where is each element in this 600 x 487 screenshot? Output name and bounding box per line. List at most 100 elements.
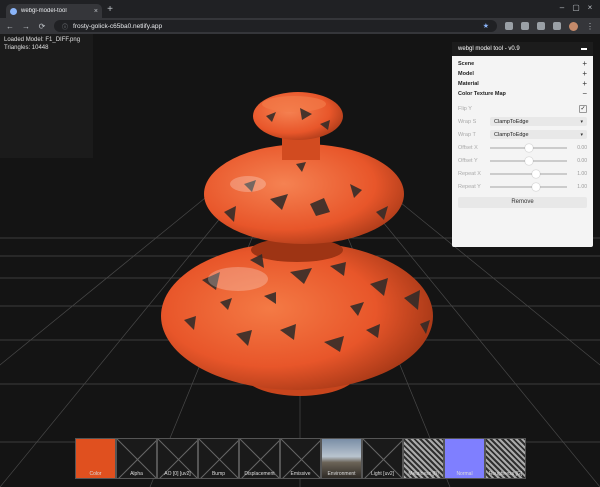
texture-slot-label: Normal: [456, 471, 473, 477]
texture-slot-label: Color: [89, 471, 102, 477]
texture-slot-label: Roughness [G]: [488, 471, 523, 477]
offset-x-slider[interactable]: [490, 143, 567, 152]
texture-slot[interactable]: Bump: [198, 438, 239, 479]
texture-slot[interactable]: Color: [75, 438, 116, 479]
wrap-t-select[interactable]: ClampToEdge ▾: [490, 130, 587, 139]
folder-scene[interactable]: Scene +: [452, 59, 593, 69]
folder-model[interactable]: Model +: [452, 69, 593, 79]
offset-x-label: Offset X: [458, 144, 478, 151]
wrap-t-row: Wrap T ClampToEdge ▾: [458, 128, 587, 141]
texture-slot-label: Light [uv2]: [370, 471, 395, 477]
tab-title: webgl-model-tool: [21, 8, 67, 14]
reload-icon[interactable]: ⟳: [38, 22, 46, 31]
url-text[interactable]: frosty-golick-c65ba0.netlify.app: [73, 23, 478, 30]
address-bar[interactable]: ⓘ frosty-golick-c65ba0.netlify.app ★: [54, 20, 497, 32]
texture-slot-label: Environment: [327, 471, 356, 477]
new-tab-button[interactable]: +: [104, 4, 116, 16]
chevron-down-icon: ▾: [580, 118, 583, 125]
folder-label: Material: [458, 81, 479, 87]
texture-map-tray: Color Alpha AO [0] [uv2] Bump Displacement Em…: [75, 438, 526, 479]
collapse-panel-icon[interactable]: [581, 48, 587, 50]
folder-color-texture-map[interactable]: Color Texture Map −: [452, 89, 593, 99]
texture-slot-label: AO [0] [uv2]: [164, 471, 191, 477]
slider-knob[interactable]: [532, 182, 541, 191]
webgl-viewport[interactable]: Loaded Model: F1_DIFF.png Triangles: 104…: [0, 34, 600, 487]
browser-tab[interactable]: webgl-model-tool ×: [6, 4, 102, 18]
wrap-s-row: Wrap S ClampToEdge ▾: [458, 115, 587, 128]
remove-texture-button[interactable]: Remove: [458, 197, 587, 208]
texture-slot[interactable]: Normal: [444, 438, 485, 479]
model-info-panel: Loaded Model: F1_DIFF.png Triangles: 104…: [0, 34, 93, 158]
slider-knob[interactable]: [524, 156, 533, 165]
chevron-down-icon: ▾: [580, 131, 583, 138]
forward-icon[interactable]: →: [22, 22, 30, 31]
expand-icon[interactable]: +: [582, 60, 587, 68]
texture-slot[interactable]: Alpha: [116, 438, 157, 479]
repeat-y-value: 1.00: [577, 183, 587, 190]
texture-slot-label: Emissive: [290, 471, 311, 477]
settings-panel: webgl model tool - v0.9 Scene + Model + …: [452, 42, 593, 247]
texture-slot-label: Metalness [B]: [408, 471, 439, 477]
offset-x-value: 0.00: [577, 144, 587, 151]
flip-y-row: Flip Y ✓: [458, 102, 587, 115]
profile-avatar[interactable]: [569, 21, 578, 31]
texture-controls: Flip Y ✓ Wrap S ClampToEdge ▾ Wrap T Cla…: [458, 102, 587, 208]
extension-icon[interactable]: [521, 22, 529, 30]
repeat-x-label: Repeat X: [458, 170, 481, 177]
texture-slot[interactable]: Environment: [321, 438, 362, 479]
repeat-y-slider[interactable]: [490, 182, 567, 191]
repeat-x-row: Repeat X 1.00: [458, 167, 587, 180]
triangles-count-text: Triangles: 10448: [4, 44, 49, 51]
offset-y-slider[interactable]: [490, 156, 567, 165]
folder-label: Model: [458, 71, 474, 77]
maximize-icon[interactable]: ▢: [570, 3, 582, 12]
offset-y-value: 0.00: [577, 157, 587, 164]
texture-slot[interactable]: AO [0] [uv2]: [157, 438, 198, 479]
panel-title: webgl model tool - v0.9: [458, 46, 520, 52]
loaded-model-text: Loaded Model: F1_DIFF.png: [4, 37, 81, 43]
favicon-icon: [10, 7, 17, 15]
texture-slot-label: Alpha: [130, 471, 143, 477]
extensions-puzzle-icon[interactable]: [537, 22, 545, 30]
flip-y-label: Flip Y: [458, 105, 472, 112]
repeat-y-label: Repeat Y: [458, 183, 481, 190]
repeat-y-row: Repeat Y 1.00: [458, 180, 587, 193]
texture-slot-label: Displacement: [244, 471, 275, 477]
wrap-s-select[interactable]: ClampToEdge ▾: [490, 117, 587, 126]
extension-icon[interactable]: [505, 22, 513, 30]
texture-slot[interactable]: Metalness [B]: [403, 438, 444, 479]
bookmark-star-icon[interactable]: ★: [483, 22, 489, 30]
flip-y-checkbox[interactable]: ✓: [579, 104, 587, 113]
texture-slot[interactable]: Roughness [G]: [485, 438, 526, 479]
slider-knob[interactable]: [532, 169, 541, 178]
repeat-x-slider[interactable]: [490, 169, 567, 178]
texture-slot[interactable]: Emissive: [280, 438, 321, 479]
offset-y-label: Offset Y: [458, 157, 478, 164]
wrap-s-label: Wrap S: [458, 118, 477, 125]
texture-slot-label: Bump: [211, 471, 226, 477]
folder-material[interactable]: Material +: [452, 79, 593, 89]
minimize-icon[interactable]: –: [556, 3, 568, 12]
wrap-t-value: ClampToEdge: [494, 131, 529, 138]
offset-x-row: Offset X 0.00: [458, 141, 587, 154]
tab-close-icon[interactable]: ×: [94, 8, 98, 15]
panel-header[interactable]: webgl model tool - v0.9: [452, 42, 593, 56]
folder-label: Color Texture Map: [458, 91, 506, 97]
wrap-s-value: ClampToEdge: [494, 118, 529, 125]
texture-slot[interactable]: Displacement: [239, 438, 280, 479]
repeat-x-value: 1.00: [577, 170, 587, 177]
offset-y-row: Offset Y 0.00: [458, 154, 587, 167]
texture-slot[interactable]: Light [uv2]: [362, 438, 403, 479]
back-icon[interactable]: ←: [6, 22, 14, 31]
collapse-icon[interactable]: −: [582, 90, 587, 98]
media-icon[interactable]: [553, 22, 561, 30]
slider-knob[interactable]: [524, 143, 533, 152]
browser-chrome: webgl-model-tool × + – ▢ × ← → ⟳ ⓘ frost…: [0, 0, 600, 34]
wrap-t-label: Wrap T: [458, 131, 476, 138]
browser-menu-icon[interactable]: ⋮: [586, 22, 594, 31]
expand-icon[interactable]: +: [582, 80, 587, 88]
window-close-icon[interactable]: ×: [584, 3, 596, 12]
expand-icon[interactable]: +: [582, 70, 587, 78]
site-info-icon[interactable]: ⓘ: [62, 22, 68, 31]
vase-model: [161, 92, 433, 396]
